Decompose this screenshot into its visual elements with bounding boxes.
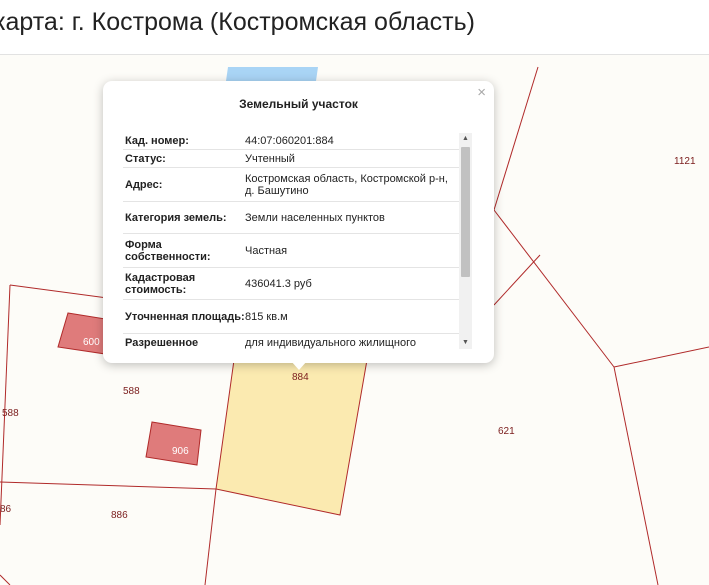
info-row-cadastral-value: Кадастровая стоимость: 436041.3 руб (123, 268, 459, 300)
plot-label-588: 588 (2, 408, 19, 419)
info-row-land-category: Категория земель: Земли населенных пункт… (123, 202, 459, 234)
scroll-thumb[interactable] (461, 147, 470, 277)
boundary-left-edge (0, 284, 11, 526)
boundary-right-edge (613, 346, 709, 368)
info-label: Статус: (125, 152, 166, 165)
info-row-ownership: Форма собственности: Частная (123, 234, 459, 268)
plot-label-886: 886 (111, 510, 128, 521)
info-value: 436041.3 руб (245, 277, 312, 290)
boundary-right-down (613, 366, 659, 585)
info-row-status: Статус: Учтенный (123, 150, 459, 168)
info-value: Костромская область, Костромской р-н, д.… (245, 172, 448, 197)
info-label: Категория земель: (125, 211, 227, 224)
plot-label-600: 600 (83, 337, 100, 348)
boundary-top-right-c (493, 254, 541, 306)
popup-title: Земельный участок (239, 97, 358, 111)
boundary-lower (0, 481, 217, 490)
building-906[interactable] (145, 421, 202, 466)
popup-scrollbar[interactable]: ▲ ▼ (459, 133, 472, 349)
page-header: карта: г. Кострома (Костромская область) (0, 0, 709, 55)
info-value: 815 кв.м (245, 310, 288, 323)
info-row-area: Уточненная площадь: 815 кв.м (123, 300, 459, 334)
plot-label-86: 86 (0, 504, 12, 515)
info-value: 44:07:060201:884 (245, 134, 334, 147)
info-value: для индивидуального жилищного (245, 336, 417, 349)
boundary-top-right-b (493, 209, 615, 368)
popup-info-table[interactable]: Кад. номер: 44:07:060201:884 Статус: Учт… (123, 132, 459, 350)
info-label: Кад. номер: (125, 134, 189, 147)
plot-label-906: 906 (172, 446, 189, 457)
info-label: Форма собственности: (125, 238, 211, 263)
plot-label-1121: 1121 (674, 156, 696, 167)
info-label: Кадастровая стоимость: (125, 271, 196, 296)
plot-label-884: 884 (292, 372, 309, 383)
boundary-bottom-left (0, 574, 11, 585)
info-row-cadastral-number: Кад. номер: 44:07:060201:884 (123, 132, 459, 150)
page-title: карта: г. Кострома (Костромская область) (0, 8, 475, 36)
boundary-top-right-a (493, 66, 539, 211)
boundary-bottom-vertical (204, 488, 217, 585)
info-value: Учтенный (245, 152, 295, 165)
plot-label-621: 621 (498, 426, 515, 437)
info-label: Разрешенное (125, 336, 199, 349)
land-plot-popup: × Земельный участок Кад. номер: 44:07:06… (103, 81, 494, 370)
info-label: Адрес: (125, 178, 163, 191)
info-value: Частная (245, 244, 288, 257)
popup-pointer (291, 361, 307, 370)
scroll-down-icon[interactable]: ▼ (459, 337, 472, 349)
info-value: Земли населенных пунктов (245, 211, 385, 224)
info-label: Уточненная площадь: (125, 310, 245, 323)
info-row-permitted-use: Разрешенное для индивидуального жилищног… (123, 334, 459, 350)
info-row-address: Адрес: Костромская область, Костромской … (123, 168, 459, 202)
plot-label-588: 588 (123, 386, 140, 397)
selected-plot-884[interactable] (215, 359, 368, 516)
scroll-up-icon[interactable]: ▲ (459, 133, 472, 145)
